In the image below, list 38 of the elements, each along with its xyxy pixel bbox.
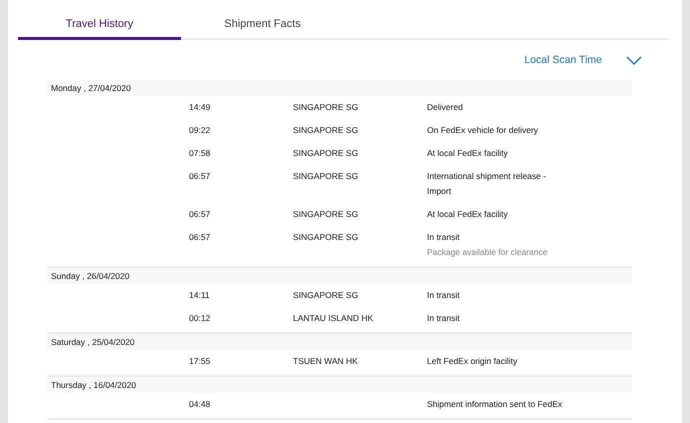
- location: SINGAPORE SG: [293, 232, 358, 242]
- chevron-icon: [626, 56, 642, 64]
- location: SINGAPORE SG: [293, 290, 358, 300]
- tab[interactable]: Shipment Facts: [181, 10, 344, 40]
- location: TSUEN WAN HK: [293, 356, 358, 366]
- scan-time: 06:57: [189, 170, 212, 183]
- status-text: Shipment information sent to FedEx: [427, 398, 564, 411]
- location: SINGAPORE SG: [293, 102, 358, 112]
- scan-time: 00:12: [189, 312, 212, 325]
- scan-time: 06:57: [189, 208, 212, 221]
- date-header: Sunday , 26/04/2020: [47, 268, 632, 284]
- location: LANTAU ISLAND HK: [293, 313, 374, 323]
- location: SINGAPORE SG: [293, 148, 358, 158]
- status-text: Delivered: [427, 101, 464, 114]
- status-text: In transit: [427, 231, 461, 244]
- location: SINGAPORE SG: [293, 209, 358, 219]
- status-text: At local FedEx facility: [427, 147, 509, 160]
- status-text: Left FedEx origin facility: [427, 355, 518, 368]
- scan-time: 04:48: [189, 398, 212, 411]
- status-text: On FedEx vehicle for delivery: [427, 124, 540, 137]
- date-header: Saturday , 25/04/2020: [47, 334, 632, 350]
- location: SINGAPORE SG: [293, 171, 358, 181]
- scan-time: 07:58: [189, 147, 212, 160]
- scan-time: 14:11: [189, 289, 211, 302]
- date-header: Thursday , 16/04/2020: [47, 377, 632, 393]
- location: SINGAPORE SG: [293, 125, 358, 135]
- status-text: In transit: [427, 289, 461, 302]
- tab[interactable]: Travel History: [18, 10, 181, 40]
- scan-time: 09:22: [189, 124, 212, 137]
- scan-time: 06:57: [189, 231, 212, 244]
- scan-time: 17:55: [189, 355, 212, 368]
- date-header: Monday , 27/04/2020: [47, 80, 632, 96]
- time-zone-dropdown[interactable]: Local Scan Time: [524, 51, 642, 69]
- status-text: In transit: [427, 312, 461, 325]
- scan-time: 14:49: [189, 101, 212, 114]
- status-text: International shipment release - Import: [427, 170, 548, 198]
- status-text: At local FedEx facility: [427, 208, 509, 221]
- status-note: Package available for clearance: [427, 246, 548, 259]
